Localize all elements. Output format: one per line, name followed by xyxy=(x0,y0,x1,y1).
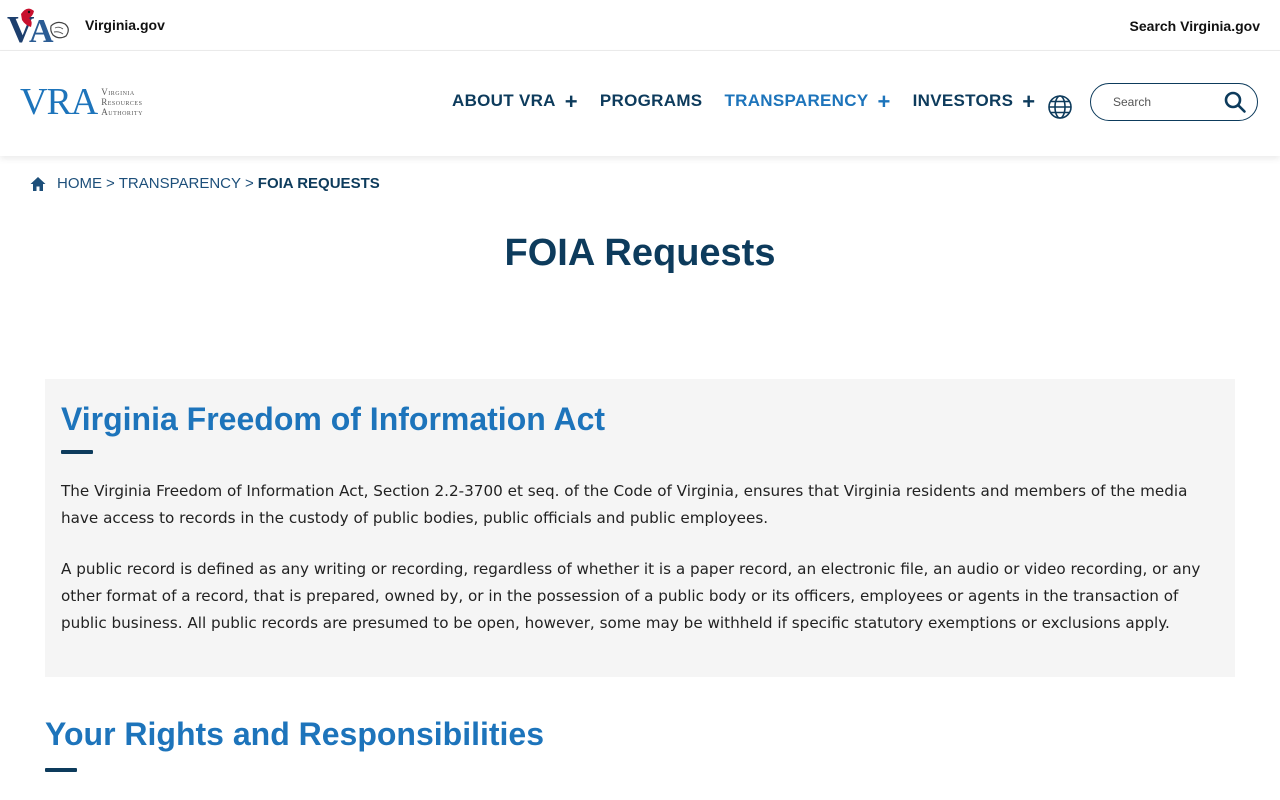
virginia-gov-link[interactable]: Virginia.gov xyxy=(85,17,165,33)
utility-bar: V A Virginia.gov Search Virginia.gov xyxy=(0,0,1280,51)
breadcrumb-separator: > xyxy=(245,175,254,192)
nav-item-programs[interactable]: PROGRAMS xyxy=(600,91,703,111)
home-icon[interactable] xyxy=(30,176,46,192)
main-nav: ABOUT VRA + PROGRAMS TRANSPARENCY + INVE… xyxy=(452,90,1057,112)
breadcrumb-separator: > xyxy=(106,175,115,192)
panel-paragraph: A public record is defined as any writin… xyxy=(61,560,1201,632)
nav-item-label: INVESTORS xyxy=(912,91,1014,110)
expand-plus-icon[interactable]: + xyxy=(1022,90,1035,112)
breadcrumb-current: FOIA REQUESTS xyxy=(257,175,380,192)
nav-item-about-vra[interactable]: ABOUT VRA + xyxy=(452,90,578,112)
breadcrumb: HOME > TRANSPARENCY > FOIA REQUESTS xyxy=(30,175,380,192)
site-search xyxy=(1090,83,1258,121)
nav-item-investors[interactable]: INVESTORS + xyxy=(912,90,1036,112)
expand-plus-icon[interactable]: + xyxy=(565,90,578,112)
vra-logo-line-3: Authority xyxy=(101,107,143,117)
heading-underline xyxy=(45,768,77,772)
page-title: FOIA Requests xyxy=(504,232,776,274)
virginia-cardinal-logo[interactable]: V A xyxy=(5,4,75,46)
breadcrumb-home[interactable]: HOME xyxy=(57,175,102,192)
search-virginia-gov-link[interactable]: Search Virginia.gov xyxy=(1130,18,1260,34)
foia-info-panel: Virginia Freedom of Information Act The … xyxy=(45,379,1235,677)
panel-heading: Virginia Freedom of Information Act xyxy=(61,401,606,437)
panel-paragraph: The Virginia Freedom of Information Act,… xyxy=(61,482,1188,527)
vra-logo-mark: VRA xyxy=(20,81,98,123)
globe-icon[interactable] xyxy=(1047,94,1073,120)
vra-logo-line-1: Virginia xyxy=(101,87,135,97)
search-input[interactable] xyxy=(1111,94,1215,110)
expand-plus-icon[interactable]: + xyxy=(877,90,890,112)
main-header: VRA Virginia Resources Authority ABOUT V… xyxy=(0,51,1280,156)
breadcrumb-transparency[interactable]: TRANSPARENCY xyxy=(119,175,241,192)
heading-underline xyxy=(61,450,93,454)
nav-item-label: TRANSPARENCY xyxy=(724,91,869,110)
nav-item-label: PROGRAMS xyxy=(599,91,703,110)
nav-item-transparency[interactable]: TRANSPARENCY + xyxy=(724,90,890,112)
section-heading: Your Rights and Responsibilities xyxy=(45,716,545,752)
nav-item-label: ABOUT VRA xyxy=(452,91,556,110)
search-icon[interactable] xyxy=(1223,90,1247,114)
vra-logo[interactable]: VRA Virginia Resources Authority xyxy=(20,83,143,121)
vra-logo-words: Virginia Resources Authority xyxy=(101,87,143,117)
vra-logo-line-2: Resources xyxy=(101,97,143,107)
